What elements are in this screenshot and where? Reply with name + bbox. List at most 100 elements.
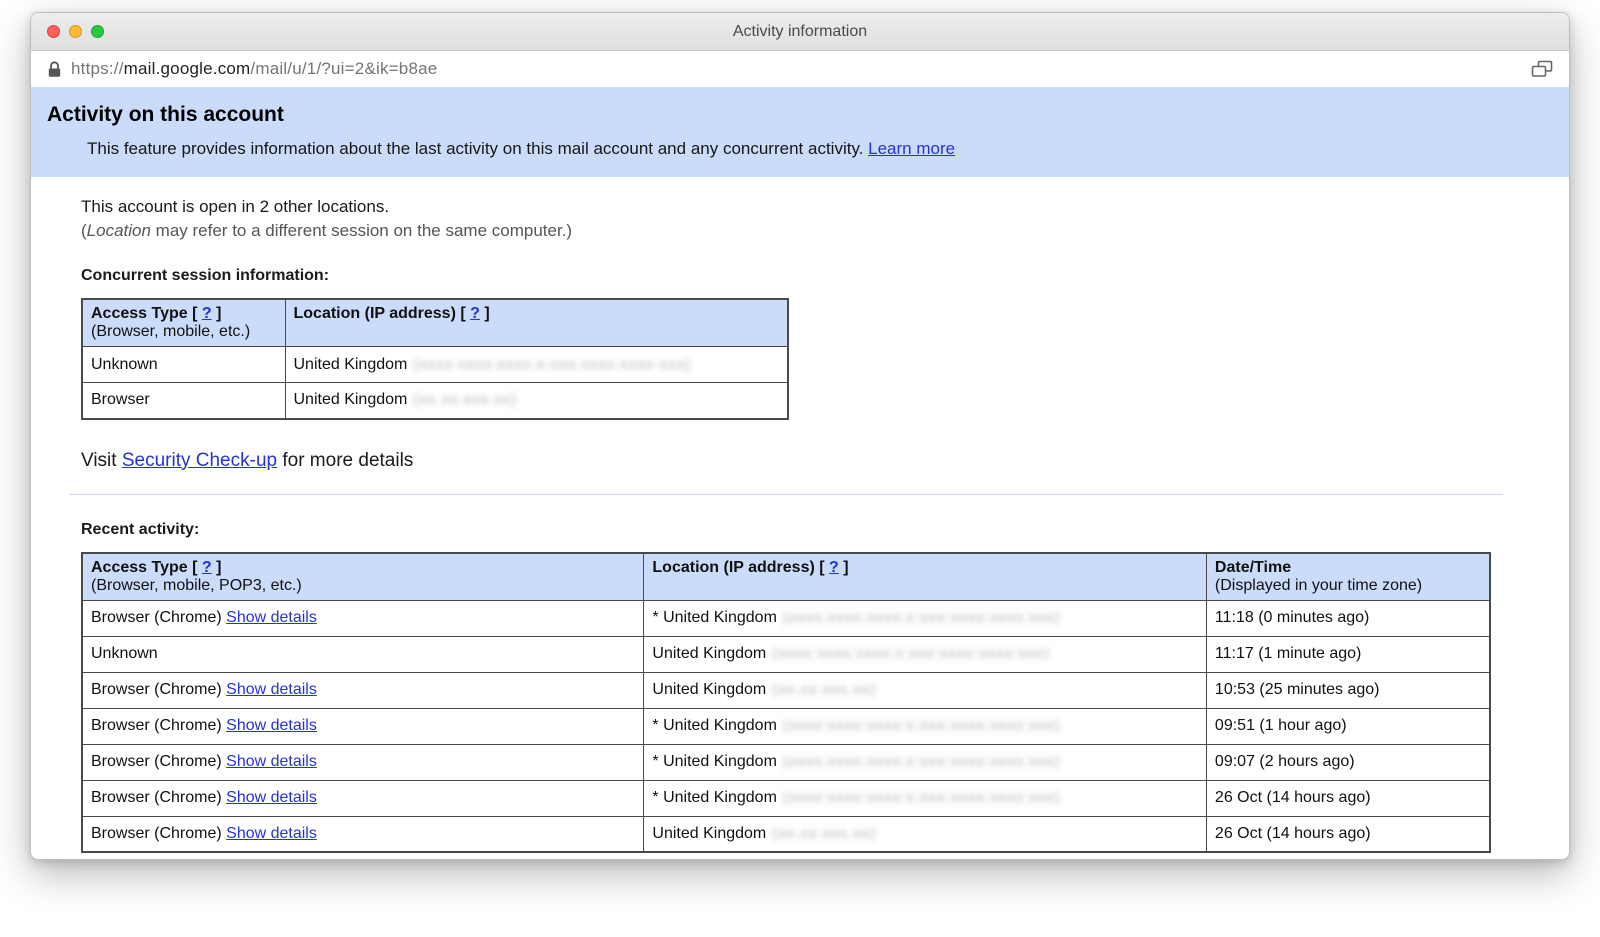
ip-address-redacted: (xxxx:xxxx:xxxx:x:xxx:xxxx:xxxx:xxx) [777, 789, 1061, 806]
location-text: United Kingdom [652, 681, 766, 698]
url-domain: mail.google.com [124, 59, 251, 78]
table-header-row: Access Type [ ? ] (Browser, mobile, POP3… [82, 553, 1490, 601]
datetime-cell: 26 Oct (14 hours ago) [1206, 780, 1490, 816]
bracket-close: ] [216, 305, 221, 322]
location-cell: United Kingdom(xx.xx.xxx.xx) [285, 383, 788, 419]
concurrent-sessions-table: Access Type [ ? ] (Browser, mobile, etc.… [81, 298, 789, 420]
table-row: Unknown United Kingdom(xxxx:xxxx:xxxx:x:… [82, 636, 1490, 672]
table-row: Unknown United Kingdom(xxxx:xxxx:xxxx:x:… [82, 347, 788, 383]
recent-activity-table: Access Type [ ? ] (Browser, mobile, POP3… [81, 552, 1491, 854]
security-checkup-line: Visit Security Check-up for more details [81, 450, 1519, 472]
help-link-access-type[interactable]: ? [202, 305, 212, 322]
url-text: https://mail.google.com/mail/u/1/?ui=2&i… [71, 59, 437, 79]
location-text: United Kingdom [294, 391, 408, 408]
datetime-cell: 09:07 (2 hours ago) [1206, 744, 1490, 780]
location-cell: * United Kingdom(xxxx:xxxx:xxxx:x:xxx:xx… [644, 744, 1207, 780]
close-window-button[interactable] [47, 25, 60, 38]
datetime-header: Date/Time (Displayed in your time zone) [1206, 553, 1490, 601]
location-text: * United Kingdom [652, 717, 777, 734]
ip-address-redacted: (xxxx:xxxx:xxxx:x:xxx:xxxx:xxxx:xxx) [766, 645, 1050, 662]
location-word: Location [87, 221, 151, 240]
location-cell: * United Kingdom(xxxx:xxxx:xxxx:x:xxx:xx… [644, 780, 1207, 816]
location-note-rest: may refer to a different session on the … [151, 221, 572, 240]
recent-activity-heading: Recent activity: [81, 521, 1519, 539]
location-cell: United Kingdom(xx.xx.xxx.xx) [644, 672, 1207, 708]
show-details-link[interactable]: Show details [226, 753, 317, 770]
location-text: United Kingdom [652, 825, 766, 842]
access-type-text: Browser (Chrome) [91, 609, 222, 626]
help-link-location[interactable]: ? [829, 559, 839, 576]
location-text: * United Kingdom [652, 609, 777, 626]
access-type-text: Browser (Chrome) [91, 825, 222, 842]
table-row: Browser (Chrome) Show details * United K… [82, 600, 1490, 636]
access-type-cell: Unknown [82, 636, 644, 672]
access-type-cell: Browser (Chrome) Show details [82, 600, 644, 636]
security-prefix: Visit [81, 450, 122, 471]
location-text: United Kingdom [652, 645, 766, 662]
location-title: Location (IP address) [ [652, 559, 824, 576]
header-description-text: This feature provides information about … [87, 139, 863, 158]
datetime-cell: 10:53 (25 minutes ago) [1206, 672, 1490, 708]
access-type-cell: Unknown [82, 347, 285, 383]
access-type-text: Browser (Chrome) [91, 681, 222, 698]
datetime-cell: 09:51 (1 hour ago) [1206, 708, 1490, 744]
table-row: Browser (Chrome) Show details * United K… [82, 744, 1490, 780]
show-details-link[interactable]: Show details [226, 789, 317, 806]
open-locations-summary: This account is open in 2 other location… [81, 197, 1519, 217]
tab-overview-icon[interactable] [1531, 60, 1553, 78]
security-suffix: for more details [277, 450, 413, 471]
datetime-title: Date/Time [1215, 559, 1481, 577]
datetime-subtitle: (Displayed in your time zone) [1215, 577, 1481, 595]
traffic-lights [47, 25, 104, 38]
location-cell: United Kingdom(xxxx:xxxx:xxxx:x:xxx:xxxx… [644, 636, 1207, 672]
access-type-cell: Browser (Chrome) Show details [82, 672, 644, 708]
location-cell: United Kingdom(xx.xx.xxx.xx) [644, 816, 1207, 852]
access-type-header: Access Type [ ? ] (Browser, mobile, etc.… [82, 299, 285, 347]
access-type-text: Unknown [91, 645, 158, 662]
table-row: Browser United Kingdom(xx.xx.xxx.xx) [82, 383, 788, 419]
access-type-subtitle: (Browser, mobile, POP3, etc.) [91, 577, 635, 595]
url-scheme: https:// [71, 59, 124, 78]
datetime-cell: 26 Oct (14 hours ago) [1206, 816, 1490, 852]
table-row: Browser (Chrome) Show details United Kin… [82, 816, 1490, 852]
bracket-close: ] [843, 559, 848, 576]
security-checkup-link[interactable]: Security Check-up [122, 450, 277, 471]
url-bar[interactable]: https://mail.google.com/mail/u/1/?ui=2&i… [31, 51, 1569, 87]
help-link-location[interactable]: ? [470, 305, 480, 322]
table-row: Browser (Chrome) Show details * United K… [82, 780, 1490, 816]
ip-address-redacted: (xxxx:xxxx:xxxx:x:xxx:xxxx:xxxx:xxx) [777, 609, 1061, 626]
activity-header-banner: Activity on this account This feature pr… [31, 87, 1569, 177]
zoom-window-button[interactable] [91, 25, 104, 38]
access-type-header: Access Type [ ? ] (Browser, mobile, POP3… [82, 553, 644, 601]
url-path: /mail/u/1/?ui=2&ik=b8ae [250, 59, 437, 78]
access-type-cell: Browser (Chrome) Show details [82, 816, 644, 852]
page-title: Activity on this account [47, 103, 1553, 127]
table-row: Browser (Chrome) Show details * United K… [82, 708, 1490, 744]
bracket-close: ] [216, 559, 221, 576]
learn-more-link[interactable]: Learn more [868, 139, 955, 158]
access-type-cell: Browser (Chrome) Show details [82, 780, 644, 816]
access-type-text: Browser (Chrome) [91, 753, 222, 770]
ip-address-redacted: (xx.xx.xxx.xx) [407, 391, 517, 408]
ip-address-redacted: (xx.xx.xxx.xx) [766, 681, 876, 698]
table-row: Browser (Chrome) Show details United Kin… [82, 672, 1490, 708]
access-type-title: Access Type [ [91, 559, 197, 576]
location-cell: * United Kingdom(xxxx:xxxx:xxxx:x:xxx:xx… [644, 600, 1207, 636]
location-note: (Location may refer to a different sessi… [81, 221, 1519, 241]
bracket-close: ] [484, 305, 489, 322]
show-details-link[interactable]: Show details [226, 825, 317, 842]
minimize-window-button[interactable] [69, 25, 82, 38]
datetime-cell: 11:18 (0 minutes ago) [1206, 600, 1490, 636]
show-details-link[interactable]: Show details [226, 717, 317, 734]
help-link-access-type[interactable]: ? [202, 559, 212, 576]
ip-address-redacted: (xxxx:xxxx:xxxx:x:xxx:xxxx:xxxx:xxx) [777, 753, 1061, 770]
lock-icon [47, 60, 62, 79]
show-details-link[interactable]: Show details [226, 609, 317, 626]
access-type-text: Browser (Chrome) [91, 789, 222, 806]
show-details-link[interactable]: Show details [226, 681, 317, 698]
ip-address-redacted: (xx.xx.xxx.xx) [766, 825, 876, 842]
location-header: Location (IP address) [ ? ] [285, 299, 788, 347]
ip-address-redacted: (xxxx:xxxx:xxxx:x:xxx:xxxx:xxxx:xxx) [777, 717, 1061, 734]
access-type-cell: Browser (Chrome) Show details [82, 708, 644, 744]
location-text: * United Kingdom [652, 753, 777, 770]
